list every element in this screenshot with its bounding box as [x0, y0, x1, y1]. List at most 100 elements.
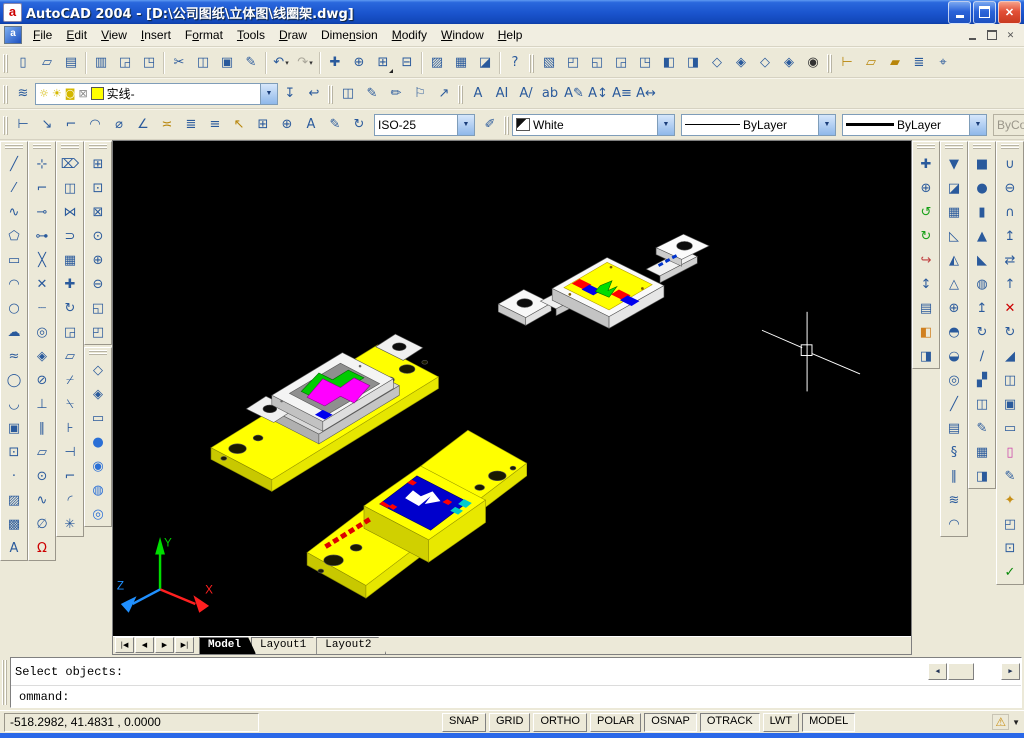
spline-button[interactable]: ≈ [2, 344, 26, 368]
tolerance-button[interactable]: ⊞ [251, 113, 275, 137]
toolbar-grip[interactable] [2, 52, 10, 74]
next-tab-button[interactable]: ▶ [155, 637, 174, 653]
publish-button[interactable]: ◳ [137, 51, 161, 75]
toolbar-grip[interactable] [2, 114, 10, 136]
zoom-extents-button[interactable]: ◰ [86, 320, 110, 344]
minimize-button[interactable] [948, 0, 971, 24]
flat-shaded-button[interactable]: ● [86, 430, 110, 454]
3d-face-button[interactable]: ◪ [942, 176, 966, 200]
zoom-realtime-button[interactable]: ⊕ [347, 51, 371, 75]
model-space-canvas[interactable]: Y X Z [113, 141, 911, 636]
color-combo-arrow[interactable]: ▼ [657, 114, 674, 135]
snap-parallel-button[interactable]: ∥ [30, 416, 54, 440]
save-button[interactable]: ▤ [59, 51, 83, 75]
imprint-button[interactable]: ✎ [998, 464, 1022, 488]
toggle-grid[interactable]: GRID [488, 712, 531, 732]
construction-line-button[interactable]: ⁄ [2, 176, 26, 200]
layer-vp-freeze-icon[interactable]: ◙ [65, 88, 76, 99]
3d-wireframe-button[interactable]: ◈ [86, 382, 110, 406]
scale-text-button[interactable]: A↕ [586, 82, 610, 106]
restore-button[interactable] [973, 0, 996, 24]
tab-model[interactable]: Model [199, 637, 256, 654]
polyline-button[interactable]: ∿ [2, 200, 26, 224]
3d-adjust-distance-button[interactable]: ↕ [914, 272, 938, 296]
make-object-layer-current-button[interactable]: ↧ [278, 82, 302, 106]
gouraud-shaded-edges-on-button[interactable]: ◎ [86, 502, 110, 526]
radius-dimension-button[interactable]: ◠ [83, 113, 107, 137]
command-window-grip[interactable] [2, 659, 9, 706]
front-clip-on-off-button[interactable]: ◧ [914, 320, 938, 344]
plot-preview-button[interactable]: ◲ [113, 51, 137, 75]
justify-text-button[interactable]: A≡ [610, 82, 634, 106]
diameter-dimension-button[interactable]: ⌀ [107, 113, 131, 137]
zoom-out-button[interactable]: ⊖ [86, 272, 110, 296]
snap-nearest-button[interactable]: ∿ [30, 488, 54, 512]
polygon-button[interactable]: ⬠ [2, 224, 26, 248]
rotate-faces-button[interactable]: ↻ [998, 320, 1022, 344]
menu-window[interactable]: Window [434, 26, 491, 44]
toggle-osnap[interactable]: OSNAP [644, 712, 697, 732]
paste-button[interactable]: ▣ [215, 51, 239, 75]
extend-button[interactable]: ⍀ [58, 392, 82, 416]
break-button[interactable]: ⊣ [58, 440, 82, 464]
toolbar-grip[interactable] [944, 144, 964, 151]
clean-button[interactable]: ✦ [998, 488, 1022, 512]
snap-extension-button[interactable]: ┈ [30, 296, 54, 320]
osnap-settings-button[interactable]: Ω [30, 536, 54, 560]
offset-button[interactable]: ⊃ [58, 224, 82, 248]
circle-button[interactable]: ○ [2, 296, 26, 320]
point-button[interactable]: · [2, 464, 26, 488]
toolbar-grip[interactable] [32, 144, 52, 151]
new-button[interactable]: ▯ [11, 51, 35, 75]
setup-drawing-button[interactable]: ✎ [970, 416, 994, 440]
toolbar-grip[interactable] [916, 144, 936, 151]
center-mark-button[interactable]: ⊕ [275, 113, 299, 137]
3d-swivel-button[interactable]: ↪ [914, 248, 938, 272]
scroll-left-button[interactable]: ◀ [928, 663, 947, 680]
3d-mesh-button[interactable]: ▤ [942, 416, 966, 440]
snap-none-button[interactable]: ∅ [30, 512, 54, 536]
shell-button[interactable]: ⊡ [998, 536, 1022, 560]
section-button[interactable]: ▞ [970, 368, 994, 392]
right-view-button[interactable]: ◳ [633, 51, 657, 75]
app-icon[interactable]: a [3, 2, 22, 22]
menu-file[interactable]: File [26, 26, 59, 44]
offset-faces-button[interactable]: ↑ [998, 272, 1022, 296]
lineweight-combo[interactable]: ByLayer ▼ [842, 113, 987, 136]
copy-edges-button[interactable]: ▭ [998, 416, 1022, 440]
insert-block-button[interactable]: ▣ [2, 416, 26, 440]
ellipse-button[interactable]: ◯ [2, 368, 26, 392]
torus-button[interactable]: ◍ [970, 272, 994, 296]
pan-realtime-button[interactable]: ✚ [323, 51, 347, 75]
list-button[interactable]: ≣ [907, 51, 931, 75]
fillet-button[interactable]: ◜ [58, 488, 82, 512]
wedge-surface-button[interactable]: ◺ [942, 224, 966, 248]
area-button[interactable]: ▱ [859, 51, 883, 75]
toolbar-grip[interactable] [4, 144, 24, 151]
zoom-window-button[interactable]: ⊞ [371, 51, 395, 75]
cone-surface-button[interactable]: △ [942, 272, 966, 296]
back-view-button[interactable]: ◨ [681, 51, 705, 75]
help-button[interactable]: ? [503, 51, 527, 75]
distance-button[interactable]: ⊢ [835, 51, 859, 75]
wedge-button[interactable]: ◣ [970, 248, 994, 272]
document-close-button[interactable]: ✕ [1002, 28, 1019, 43]
snap-node-button[interactable]: ⊙ [30, 464, 54, 488]
slice-button[interactable]: ∕ [970, 344, 994, 368]
aligned-dimension-button[interactable]: ↘ [35, 113, 59, 137]
communication-center-icon[interactable]: ⚠ [992, 714, 1010, 730]
mass-properties-button[interactable]: ▰ [883, 51, 907, 75]
cone-button[interactable]: ▲ [970, 224, 994, 248]
command-prompt[interactable]: ommand: [19, 690, 69, 704]
trim-button[interactable]: ⌿ [58, 368, 82, 392]
close-button[interactable]: ✕ [998, 0, 1021, 24]
zoom-dynamic-button[interactable]: ⊡ [86, 176, 110, 200]
layer-on-icon[interactable]: ☼ [39, 88, 49, 99]
zoom-all-button[interactable]: ◱ [86, 296, 110, 320]
linetype-combo[interactable]: ByLayer ▼ [681, 113, 836, 136]
dimension-edit-button[interactable]: A [299, 113, 323, 137]
toolbar-grip[interactable] [1000, 144, 1020, 151]
bottom-view-button[interactable]: ◱ [585, 51, 609, 75]
synchronize-attributes-button[interactable]: ↗ [432, 82, 456, 106]
top-view-button[interactable]: ◰ [561, 51, 585, 75]
